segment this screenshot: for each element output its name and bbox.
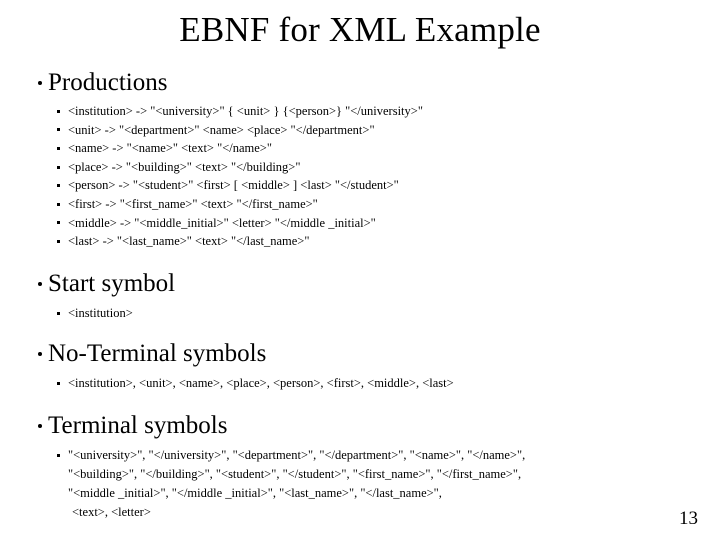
bullet-dot-icon xyxy=(38,281,42,286)
nonterminal-symbols-value: <institution>, <unit>, <name>, <place>, … xyxy=(68,376,454,391)
list-item: <unit> -> "<department>" <name> <place> … xyxy=(0,121,720,140)
bullet-square-icon xyxy=(57,202,60,206)
list-item: <institution> -> "<university>" { <unit>… xyxy=(0,102,720,121)
page-title: EBNF for XML Example xyxy=(179,10,541,49)
list-item: <person> -> "<student>" <first> [ <middl… xyxy=(0,176,720,195)
nonterminal-symbol-list: <institution>, <unit>, <name>, <place>, … xyxy=(0,374,720,393)
bullet-square-icon xyxy=(57,239,60,243)
bullet-dot-icon xyxy=(38,81,42,85)
production-rule: <place> -> "<building>" <text> "</buildi… xyxy=(68,159,301,174)
start-symbol-value: <institution> xyxy=(68,305,133,320)
production-rule: <last> -> "<last_name>" <text> "</last_n… xyxy=(68,234,310,249)
section-heading-label: Productions xyxy=(48,69,168,96)
bullet-square-icon xyxy=(57,165,60,169)
bullet-square-icon xyxy=(57,109,60,113)
terminal-symbols-line: "<building>", "</building>", "<student>"… xyxy=(68,466,522,481)
section-nonterminal-symbols: No-Terminal symbols <institution>, <unit… xyxy=(0,322,720,393)
bullet-square-icon xyxy=(57,382,60,386)
production-rule: <institution> -> "<university>" { <unit>… xyxy=(68,104,423,118)
list-item: <institution>, <unit>, <name>, <place>, … xyxy=(0,374,720,393)
bullet-dot-icon xyxy=(38,352,42,357)
start-symbol-list: <institution> xyxy=(0,304,720,323)
terminal-symbol-list: "<university>", "</university>", "<depar… xyxy=(0,446,720,522)
section-heading-label: Start symbol xyxy=(48,269,176,297)
bullet-dot-icon xyxy=(38,423,42,428)
section-terminal-symbols: Terminal symbols "<university>", "</univ… xyxy=(0,393,720,522)
bullet-square-icon xyxy=(57,453,60,457)
section-productions: Productions <institution> -> "<universit… xyxy=(0,68,720,251)
production-rule: <person> -> "<student>" <first> [ <middl… xyxy=(68,178,399,193)
list-item: <middle> -> "<middle_initial>" <letter> … xyxy=(0,214,720,233)
bullet-square-icon xyxy=(57,221,60,225)
bullet-square-icon xyxy=(57,128,60,132)
section-heading-terminal-symbols: Terminal symbols xyxy=(0,411,720,441)
production-rule: <name> -> "<name>" <text> "</name>" xyxy=(68,141,272,156)
slide-body: Productions <institution> -> "<universit… xyxy=(0,68,720,522)
list-item: <institution> xyxy=(0,304,720,323)
bullet-square-icon xyxy=(57,146,60,150)
section-heading-nonterminal-symbols: No-Terminal symbols xyxy=(0,339,720,369)
section-start-symbol: Start symbol <institution> xyxy=(0,251,720,323)
list-item: <name> -> "<name>" <text> "</name>" xyxy=(0,139,720,158)
section-heading-start-symbol: Start symbol xyxy=(0,269,720,299)
slide: EBNF for XML Example Productions <instit… xyxy=(0,0,720,540)
production-list: <institution> -> "<university>" { <unit>… xyxy=(0,102,720,251)
list-item: <first> -> "<first_name>" <text> "</firs… xyxy=(0,195,720,214)
bullet-square-icon xyxy=(57,311,60,315)
list-item: <last> -> "<last_name>" <text> "</last_n… xyxy=(0,232,720,251)
terminal-symbols-line: "<middle _initial>", "</middle _initial>… xyxy=(68,485,442,500)
terminal-symbols-line: "<university>", "</university>", "<depar… xyxy=(68,447,526,462)
section-heading-label: No-Terminal symbols xyxy=(48,340,267,368)
list-item: <place> -> "<building>" <text> "</buildi… xyxy=(0,158,720,177)
page-number: 13 xyxy=(679,508,698,529)
production-rule: <first> -> "<first_name>" <text> "</firs… xyxy=(68,196,318,211)
section-heading-productions: Productions xyxy=(0,68,720,98)
bullet-square-icon xyxy=(57,184,60,188)
section-heading-label: Terminal symbols xyxy=(48,411,228,439)
list-item: "<university>", "</university>", "<depar… xyxy=(0,446,720,522)
production-rule: <unit> -> "<department>" <name> <place> … xyxy=(68,122,375,137)
production-rule: <middle> -> "<middle_initial>" <letter> … xyxy=(68,215,376,230)
terminal-symbols-line: <text>, <letter> xyxy=(72,504,151,519)
